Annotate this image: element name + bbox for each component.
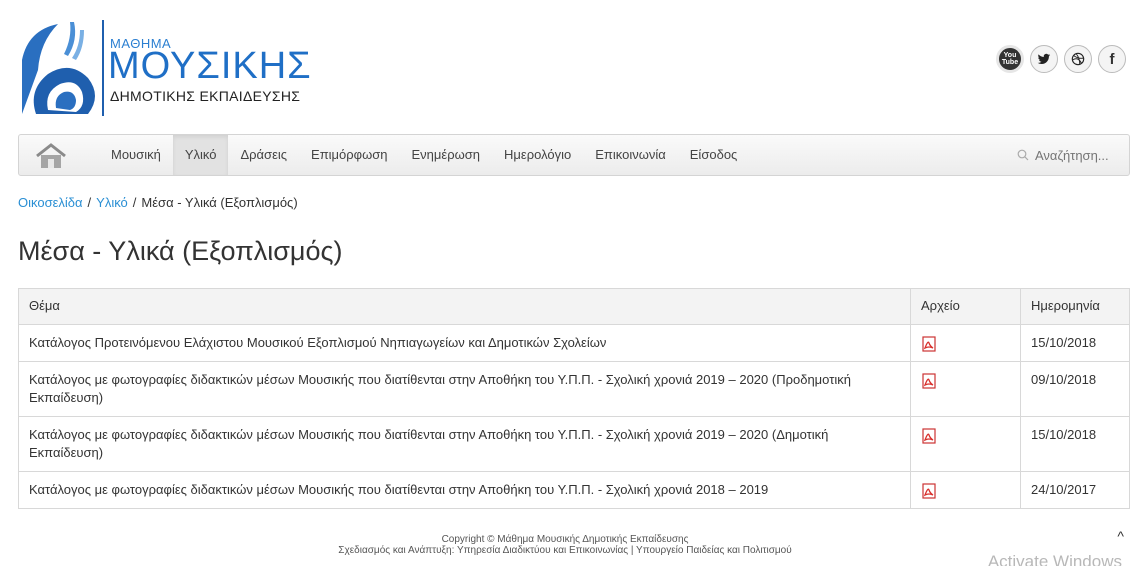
logo-title-text: ΜΟΥΣΙΚΗΣ xyxy=(108,45,312,87)
site-header: ΜΑΘΗΜΑ ΜΟΥΣΙΚΗΣ ΔΗΜΟΤΙΚΗΣ ΕΚΠΑΙΔΕΥΣΗΣ Yo… xyxy=(18,18,1126,118)
materials-table: Θέμα Αρχείο Ημερομηνία Κατάλογος Προτειν… xyxy=(18,288,1130,509)
site-footer: Copyright © Μάθημα Μουσικής Δημοτικής Εκ… xyxy=(0,534,1130,556)
nav-item-mousiki[interactable]: Μουσική xyxy=(99,135,173,175)
nav-item-draseis[interactable]: Δράσεις xyxy=(228,135,299,175)
logo-subtitle-text: ΔΗΜΟΤΙΚΗΣ ΕΚΠΑΙΔΕΥΣΗΣ xyxy=(110,88,301,104)
row-date: 09/10/2018 xyxy=(1020,361,1130,417)
site-logo[interactable]: ΜΑΘΗΜΑ ΜΟΥΣΙΚΗΣ ΔΗΜΟΤΙΚΗΣ ΕΚΠΑΙΔΕΥΣΗΣ xyxy=(18,18,338,118)
pdf-icon[interactable] xyxy=(921,335,937,352)
row-topic: Κατάλογος Προτεινόμενου Ελάχιστου Μουσικ… xyxy=(18,324,911,362)
breadcrumb-separator: / xyxy=(132,195,137,210)
search-box xyxy=(1017,135,1115,175)
column-header-topic[interactable]: Θέμα xyxy=(18,288,911,325)
table-row: Κατάλογος με φωτογραφίες διδακτικών μέσω… xyxy=(18,471,1130,509)
dribbble-icon[interactable] xyxy=(1064,45,1092,73)
scroll-to-top-button[interactable]: ^ xyxy=(1117,528,1124,544)
row-topic: Κατάλογος με φωτογραφίες διδακτικών μέσω… xyxy=(18,416,911,472)
social-links: You Tube f xyxy=(996,45,1126,73)
pdf-icon[interactable] xyxy=(921,372,937,389)
home-icon[interactable] xyxy=(33,143,69,169)
nav-item-eisodos[interactable]: Είσοδος xyxy=(678,135,750,175)
table-row: Κατάλογος Προτεινόμενου Ελάχιστου Μουσικ… xyxy=(18,324,1130,362)
page-title: Μέσα - Υλικά (Εξοπλισμός) xyxy=(18,236,343,266)
nav-item-epikoinonia[interactable]: Επικοινωνία xyxy=(583,135,678,175)
row-date: 15/10/2018 xyxy=(1020,416,1130,472)
nav-item-epimorfosi[interactable]: Επιμόρφωση xyxy=(299,135,399,175)
row-file-cell xyxy=(910,324,1021,362)
row-date: 15/10/2018 xyxy=(1020,324,1130,362)
breadcrumb-current: Μέσα - Υλικά (Εξοπλισμός) xyxy=(141,195,298,210)
nav-items: Μουσική Υλικό Δράσεις Επιμόρφωση Ενημέρω… xyxy=(99,135,749,175)
search-input[interactable] xyxy=(1035,147,1115,163)
music-logo-icon xyxy=(18,20,104,116)
breadcrumb-home-link[interactable]: Οικοσελίδα xyxy=(18,195,83,210)
row-date: 24/10/2017 xyxy=(1020,471,1130,509)
row-topic: Κατάλογος με φωτογραφίες διδακτικών μέσω… xyxy=(18,471,911,509)
main-navigation: Μουσική Υλικό Δράσεις Επιμόρφωση Ενημέρω… xyxy=(18,134,1130,176)
breadcrumb-section-link[interactable]: Υλικό xyxy=(96,195,128,210)
nav-item-imerologio[interactable]: Ημερολόγιο xyxy=(492,135,583,175)
column-header-file[interactable]: Αρχείο xyxy=(910,288,1021,325)
footer-credits[interactable]: Σχεδιασμός και Ανάπτυξη: Υπηρεσία Διαδικ… xyxy=(0,545,1130,556)
breadcrumb: Οικοσελίδα / Υλικό / Μέσα - Υλικά (Εξοπλισμό… xyxy=(18,195,298,210)
table-row: Κατάλογος με φωτογραφίες διδακτικών μέσω… xyxy=(18,416,1130,472)
row-file-cell xyxy=(910,471,1021,509)
row-file-cell xyxy=(910,361,1021,417)
twitter-icon[interactable] xyxy=(1030,45,1058,73)
table-header-row: Θέμα Αρχείο Ημερομηνία xyxy=(18,288,1130,325)
nav-item-yliko[interactable]: Υλικό xyxy=(172,135,229,175)
activate-windows-watermark: Activate Windows xyxy=(987,552,1122,566)
search-icon xyxy=(1017,149,1029,161)
facebook-icon[interactable]: f xyxy=(1098,45,1126,73)
nav-item-enimerosi[interactable]: Ενημέρωση xyxy=(400,135,493,175)
breadcrumb-separator: / xyxy=(87,195,92,210)
row-file-cell xyxy=(910,416,1021,472)
table-row: Κατάλογος με φωτογραφίες διδακτικών μέσω… xyxy=(18,361,1130,417)
column-header-date[interactable]: Ημερομηνία xyxy=(1020,288,1130,325)
footer-copyright: Copyright © Μάθημα Μουσικής Δημοτικής Εκ… xyxy=(441,534,689,545)
youtube-icon[interactable]: You Tube xyxy=(996,45,1024,73)
pdf-icon[interactable] xyxy=(921,427,937,444)
pdf-icon[interactable] xyxy=(921,482,937,499)
row-topic: Κατάλογος με φωτογραφίες διδακτικών μέσω… xyxy=(18,361,911,417)
